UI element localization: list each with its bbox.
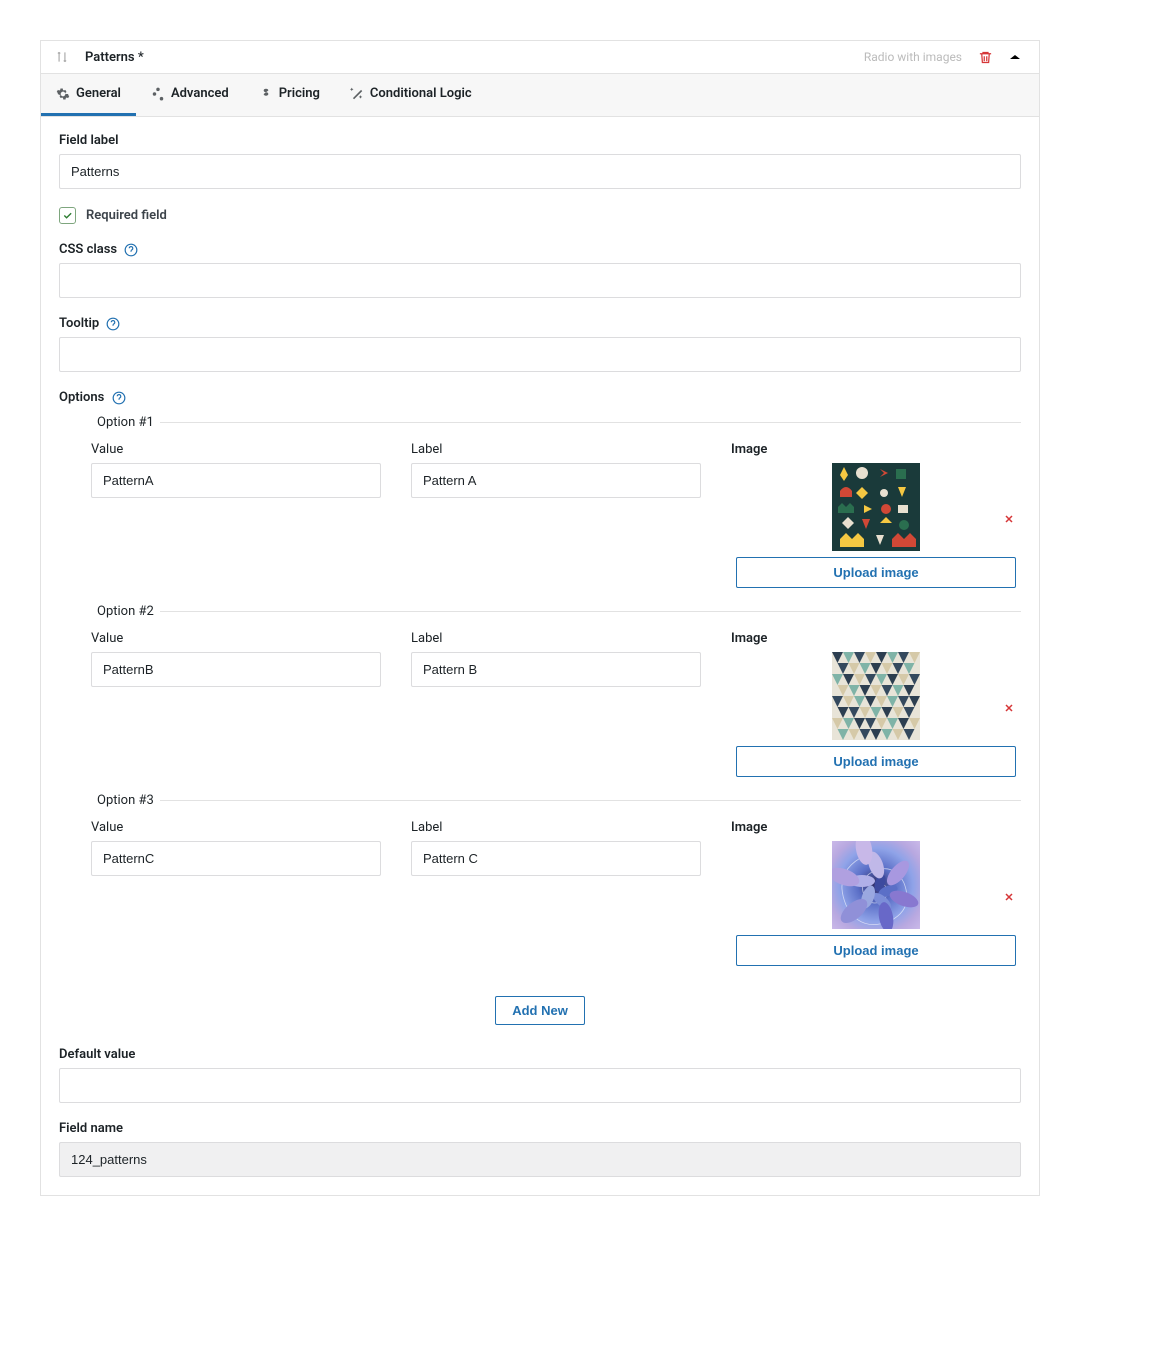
option-image-label: Image [731, 631, 767, 646]
panel-body: Field label Required field CSS class Too… [41, 117, 1039, 1195]
delete-field-button[interactable] [978, 50, 993, 65]
field-label-label: Field label [59, 133, 1021, 148]
option-image-thumb [832, 841, 920, 929]
option-value-label: Value [91, 442, 381, 457]
remove-option-button[interactable] [997, 885, 1021, 913]
field-settings-panel: Patterns * Radio with images General Adv… [40, 40, 1040, 1196]
collapse-toggle[interactable] [1009, 52, 1021, 62]
remove-option-button[interactable] [997, 696, 1021, 724]
option-image-thumb [832, 463, 920, 551]
option-value-label: Value [91, 820, 381, 835]
option-value-label: Value [91, 631, 381, 646]
help-icon[interactable] [120, 242, 138, 257]
help-icon[interactable] [108, 390, 126, 405]
field-title: Patterns * [75, 50, 864, 65]
tab-general[interactable]: General [41, 74, 136, 116]
option-label-input[interactable] [411, 841, 701, 876]
option-image-thumb [832, 652, 920, 740]
tab-label: Pricing [279, 86, 320, 101]
option-1: Option #1 Value Label Image [91, 415, 1021, 604]
option-legend: Option #2 [91, 604, 160, 619]
close-icon [1003, 513, 1015, 525]
default-value-label: Default value [59, 1047, 1021, 1062]
dollar-icon [259, 87, 273, 101]
css-class-label: CSS class [59, 242, 1021, 257]
option-image-label: Image [731, 442, 767, 457]
panel-header: Patterns * Radio with images [41, 41, 1039, 74]
drag-handle-icon[interactable] [49, 49, 75, 65]
tab-pricing[interactable]: Pricing [244, 74, 335, 116]
sliders-icon [151, 87, 165, 101]
tooltip-label: Tooltip [59, 316, 1021, 331]
required-label: Required field [86, 208, 167, 223]
field-type-label: Radio with images [864, 50, 962, 64]
check-icon [62, 210, 73, 221]
options-label: Options [59, 390, 1021, 405]
tab-conditional[interactable]: Conditional Logic [335, 74, 487, 116]
close-icon [1003, 702, 1015, 714]
option-label-label: Label [411, 631, 701, 646]
tab-label: Conditional Logic [370, 86, 472, 101]
tab-advanced[interactable]: Advanced [136, 74, 244, 116]
help-icon[interactable] [102, 316, 120, 331]
upload-image-button[interactable]: Upload image [736, 557, 1016, 588]
option-3: Option #3 Value Label Image [91, 793, 1021, 982]
default-value-input[interactable] [59, 1068, 1021, 1103]
option-2: Option #2 Value Label Image [91, 604, 1021, 793]
option-value-input[interactable] [91, 841, 381, 876]
field-name-label: Field name [59, 1121, 1021, 1136]
option-label-input[interactable] [411, 652, 701, 687]
required-checkbox[interactable] [59, 207, 76, 224]
close-icon [1003, 891, 1015, 903]
upload-image-button[interactable]: Upload image [736, 935, 1016, 966]
tabs: General Advanced Pricing Conditional Log… [41, 74, 1039, 117]
add-option-button[interactable]: Add New [495, 996, 585, 1025]
tooltip-input[interactable] [59, 337, 1021, 372]
option-value-input[interactable] [91, 652, 381, 687]
gear-icon [56, 87, 70, 101]
css-class-input[interactable] [59, 263, 1021, 298]
option-value-input[interactable] [91, 463, 381, 498]
option-legend: Option #3 [91, 793, 160, 808]
tab-label: General [76, 86, 121, 101]
option-label-label: Label [411, 820, 701, 835]
option-label-label: Label [411, 442, 701, 457]
magic-icon [350, 87, 364, 101]
tab-label: Advanced [171, 86, 229, 101]
remove-option-button[interactable] [997, 507, 1021, 535]
field-label-input[interactable] [59, 154, 1021, 189]
option-label-input[interactable] [411, 463, 701, 498]
field-name-input [59, 1142, 1021, 1177]
option-image-label: Image [731, 820, 767, 835]
option-legend: Option #1 [91, 415, 160, 430]
upload-image-button[interactable]: Upload image [736, 746, 1016, 777]
